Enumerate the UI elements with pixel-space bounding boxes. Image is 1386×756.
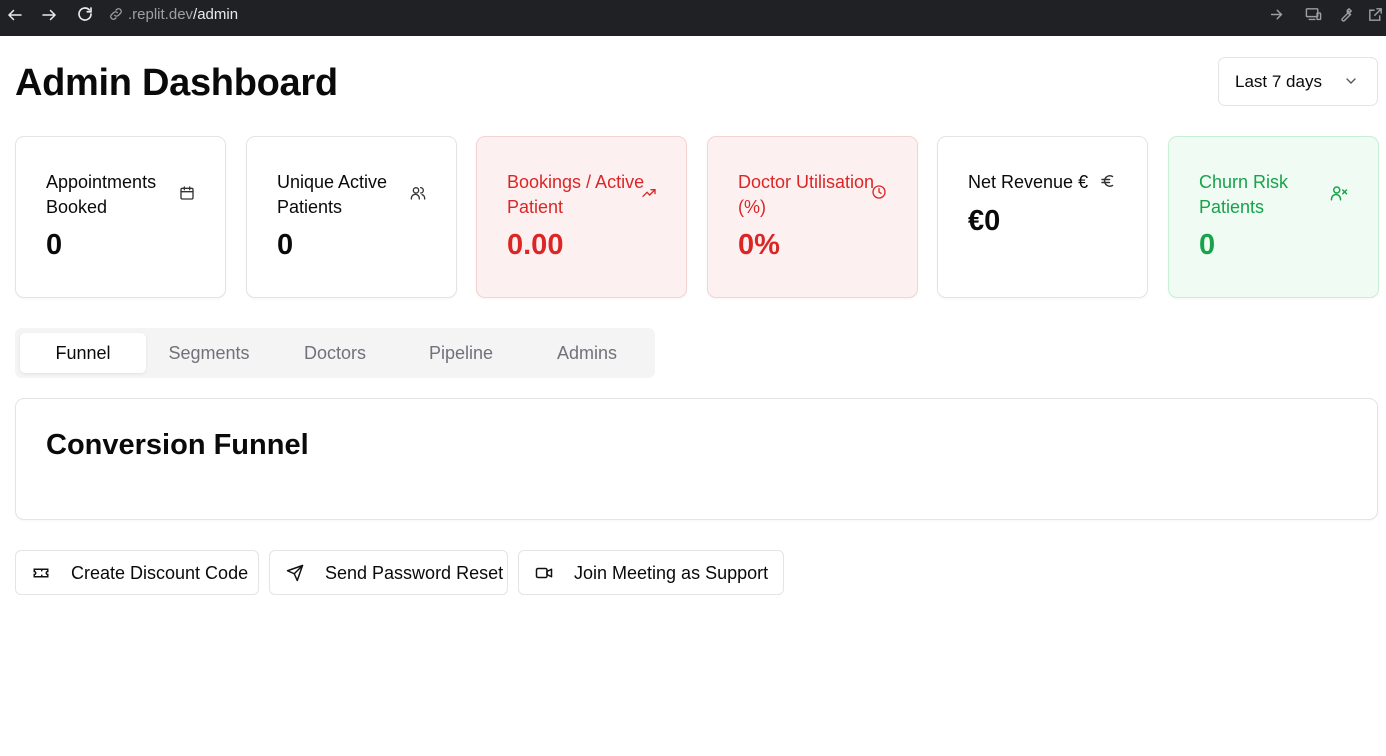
trending-up-icon bbox=[642, 189, 656, 197]
stat-card-bookings-per-patient: Bookings / Active Patient 0.00 bbox=[476, 136, 687, 298]
video-icon bbox=[535, 567, 553, 579]
stat-label: Churn Risk Patients bbox=[1199, 172, 1289, 217]
page-title: Admin Dashboard bbox=[15, 62, 338, 104]
date-range-select[interactable]: Last 7 days bbox=[1218, 57, 1378, 106]
stat-card-churn-risk: Churn Risk Patients 0 bbox=[1168, 136, 1379, 298]
euro-icon bbox=[1101, 175, 1114, 187]
stat-value: 0.00 bbox=[507, 229, 564, 261]
tab-pipeline[interactable]: Pipeline bbox=[398, 333, 524, 373]
stat-card-net-revenue: Net Revenue € €0 bbox=[937, 136, 1148, 298]
reload-icon[interactable] bbox=[70, 0, 100, 29]
date-range-value: Last 7 days bbox=[1235, 71, 1322, 91]
button-label: Join Meeting as Support bbox=[574, 563, 769, 583]
tab-list: Funnel Segments Doctors Pipeline Admins bbox=[15, 328, 655, 378]
ticket-icon bbox=[33, 568, 49, 578]
stat-value: 0 bbox=[46, 229, 63, 261]
send-icon bbox=[286, 564, 304, 582]
stat-value: €0 bbox=[968, 205, 1001, 237]
stat-value: 0 bbox=[277, 229, 294, 261]
open-arrow-icon[interactable] bbox=[1263, 2, 1289, 26]
stat-label: Appointments Booked bbox=[46, 172, 157, 217]
conversion-funnel-card: Conversion Funnel bbox=[15, 398, 1378, 520]
button-label: Send Password Reset bbox=[325, 563, 504, 583]
back-arrow-icon[interactable] bbox=[0, 0, 30, 30]
devices-icon[interactable] bbox=[1300, 2, 1326, 26]
create-discount-code-button[interactable]: Create Discount Code bbox=[15, 550, 259, 595]
users-icon bbox=[410, 187, 426, 200]
button-label: Create Discount Code bbox=[71, 563, 249, 583]
clock-icon bbox=[872, 185, 886, 199]
calendar-icon bbox=[180, 186, 194, 200]
stat-value: 0% bbox=[738, 229, 780, 261]
stat-card-active-patients: Unique Active Patients 0 bbox=[246, 136, 457, 298]
stat-card-appointments: Appointments Booked 0 bbox=[15, 136, 226, 298]
user-x-icon bbox=[1330, 186, 1348, 201]
stat-label: Net Revenue € bbox=[968, 172, 1089, 192]
address-bar[interactable]: .replit.dev/admin bbox=[104, 0, 1294, 28]
tab-funnel[interactable]: Funnel bbox=[20, 333, 146, 373]
url-path: /admin bbox=[193, 5, 239, 23]
stat-value: 0 bbox=[1199, 229, 1216, 261]
tab-admins[interactable]: Admins bbox=[524, 333, 650, 373]
join-meeting-support-button[interactable]: Join Meeting as Support bbox=[518, 550, 784, 595]
stat-label: Unique Active Patients bbox=[277, 172, 388, 217]
stat-card-doctor-utilisation: Doctor Utilisation (%) 0% bbox=[707, 136, 918, 298]
send-password-reset-button[interactable]: Send Password Reset bbox=[269, 550, 508, 595]
browser-toolbar: .replit.dev/admin bbox=[0, 0, 1386, 36]
stat-label: Bookings / Active Patient bbox=[507, 172, 645, 217]
funnel-title: Conversion Funnel bbox=[46, 429, 309, 461]
chevron-down-icon bbox=[1346, 78, 1356, 84]
url-host: .replit.dev bbox=[128, 5, 194, 23]
link-icon bbox=[110, 8, 122, 20]
forward-arrow-icon[interactable] bbox=[34, 0, 64, 30]
external-link-icon[interactable] bbox=[1362, 2, 1386, 26]
stat-label: Doctor Utilisation (%) bbox=[738, 172, 875, 217]
tab-segments[interactable]: Segments bbox=[146, 333, 272, 373]
wrench-icon[interactable] bbox=[1332, 2, 1358, 26]
tab-doctors[interactable]: Doctors bbox=[272, 333, 398, 373]
